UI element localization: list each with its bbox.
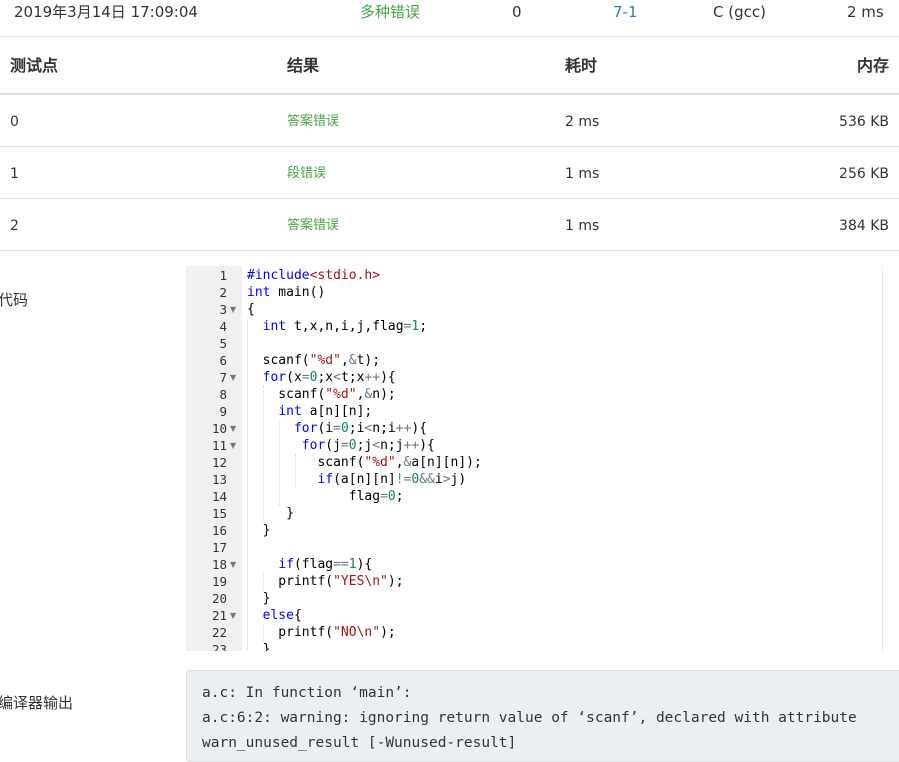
code-line: int main() <box>247 285 326 300</box>
code-line: for(i=0;i<n;i++){ <box>293 421 428 436</box>
cell-time: 2 ms <box>565 114 600 130</box>
line-number: 4 <box>219 319 227 334</box>
code-line: else{ <box>262 608 302 623</box>
code-line: scanf("%d",&a[n][n]); <box>247 455 482 470</box>
table-row: 1 段错误 1 ms 256 KB <box>0 147 899 199</box>
table-row: 0 答案错误 2 ms 536 KB <box>0 95 899 147</box>
compiler-output-panel: a.c: In function ‘main’: a.c:6:2: warnin… <box>186 670 899 762</box>
header-time: 耗时 <box>565 56 598 75</box>
header-test-point: 测试点 <box>10 56 59 75</box>
code-line: } <box>247 591 271 606</box>
submission-compiler: C (gcc) <box>713 3 766 21</box>
line-number: 14 <box>211 489 227 504</box>
cell-point: 0 <box>10 114 19 130</box>
cell-result: 段错误 <box>287 166 327 181</box>
compiler-output-text: a.c: In function ‘main’: a.c:6:2: warnin… <box>202 681 857 756</box>
code-line: printf("YES\n"); <box>247 574 404 589</box>
line-number: 2 <box>219 285 227 300</box>
line-number: 7 <box>219 370 227 385</box>
compiler-output-line: a.c:6:2: warning: ignoring return value … <box>202 710 857 726</box>
line-number: 8 <box>219 387 227 402</box>
code-line: if(flag==1){ <box>278 557 373 572</box>
compiler-output-line: a.c: In function ‘main’: <box>202 685 412 701</box>
line-number: 1 <box>219 268 227 283</box>
code-line: } <box>247 506 294 521</box>
submission-score: 0 <box>512 3 522 21</box>
line-number: 15 <box>211 506 227 521</box>
code-line: scanf("%d",&n); <box>247 387 396 402</box>
test-result-table: 测试点 结果 耗时 内存 0 答案错误 2 ms 536 KB 1 段错误 1 … <box>0 37 899 251</box>
line-number: 6 <box>219 353 227 368</box>
line-number: 13 <box>211 472 227 487</box>
code-line: scanf("%d",&t); <box>247 353 381 368</box>
code-line: for(x=0;x<t;x++){ <box>262 370 396 385</box>
line-number: 9 <box>219 404 227 419</box>
code-editor[interactable]: 1 2 3 4 5 6 7 8 9 10 11 12 13 14 15 16 1… <box>186 266 883 651</box>
code-line: } <box>247 523 271 538</box>
code-line: printf("NO\n"); <box>247 625 396 640</box>
code-line: } <box>247 642 271 651</box>
code-line: int a[n][n]; <box>278 404 373 419</box>
code-line: { <box>247 302 255 317</box>
table-row: 2 答案错误 1 ms 384 KB <box>0 199 899 251</box>
line-number: 18 <box>211 557 227 572</box>
compiler-output-label: 编译器输出 <box>0 694 74 712</box>
submission-status: 多种错误 <box>360 3 421 21</box>
cell-time: 1 ms <box>565 166 600 182</box>
cell-memory: 536 KB <box>839 114 889 130</box>
line-number: 23 <box>211 642 227 651</box>
line-number: 17 <box>211 540 227 555</box>
cell-point: 2 <box>10 218 19 234</box>
submission-duration: 2 ms <box>847 3 884 21</box>
cell-result: 答案错误 <box>287 218 340 233</box>
line-number: 12 <box>211 455 227 470</box>
fold-arrow-icon[interactable]: ▼ <box>230 556 236 573</box>
fold-arrow-icon[interactable]: ▼ <box>230 420 236 437</box>
fold-arrow-icon[interactable]: ▼ <box>230 369 236 386</box>
fold-arrow-icon[interactable]: ▼ <box>230 437 236 454</box>
line-number: 19 <box>211 574 227 589</box>
code-line: int t,x,n,i,j,flag=1; <box>262 319 428 334</box>
code-line: flag=0; <box>247 489 404 504</box>
code-line: if(a[n][n]!=0&&i>j) <box>317 472 467 487</box>
cell-time: 1 ms <box>565 218 600 234</box>
cell-memory: 384 KB <box>839 218 889 234</box>
line-number: 10 <box>211 421 227 436</box>
line-number: 22 <box>211 625 227 640</box>
submission-time: 2019年3月14日 17:09:04 <box>14 3 198 21</box>
code-line: #include<stdio.h> <box>247 268 381 283</box>
cell-result: 答案错误 <box>287 114 340 129</box>
line-number-gutter: 1 2 3 4 5 6 7 8 9 10 11 12 13 14 15 16 1… <box>186 266 242 651</box>
code-line: for(j=0;j<n;j++){ <box>301 438 435 453</box>
line-number: 16 <box>211 523 227 538</box>
line-number: 3 <box>219 302 227 317</box>
table-header: 测试点 结果 耗时 内存 <box>0 37 899 95</box>
compiler-output-line: warn_unused_result [-Wunused-result] <box>202 735 517 751</box>
problem-link[interactable]: 7-1 <box>613 2 638 22</box>
line-number: 5 <box>219 336 227 351</box>
header-result: 结果 <box>287 56 320 75</box>
submission-summary-row: 2019年3月14日 17:09:04 多种错误 0 7-1 C (gcc) 2… <box>0 0 899 37</box>
cell-point: 1 <box>10 166 19 182</box>
code-label: 代码 <box>0 291 29 309</box>
line-number: 11 <box>211 438 227 453</box>
fold-arrow-icon[interactable]: ▼ <box>230 301 236 318</box>
line-number: 20 <box>211 591 227 606</box>
line-number: 21 <box>211 608 227 623</box>
cell-memory: 256 KB <box>839 166 889 182</box>
fold-arrow-icon[interactable]: ▼ <box>230 607 236 624</box>
header-memory: 内存 <box>856 56 889 75</box>
